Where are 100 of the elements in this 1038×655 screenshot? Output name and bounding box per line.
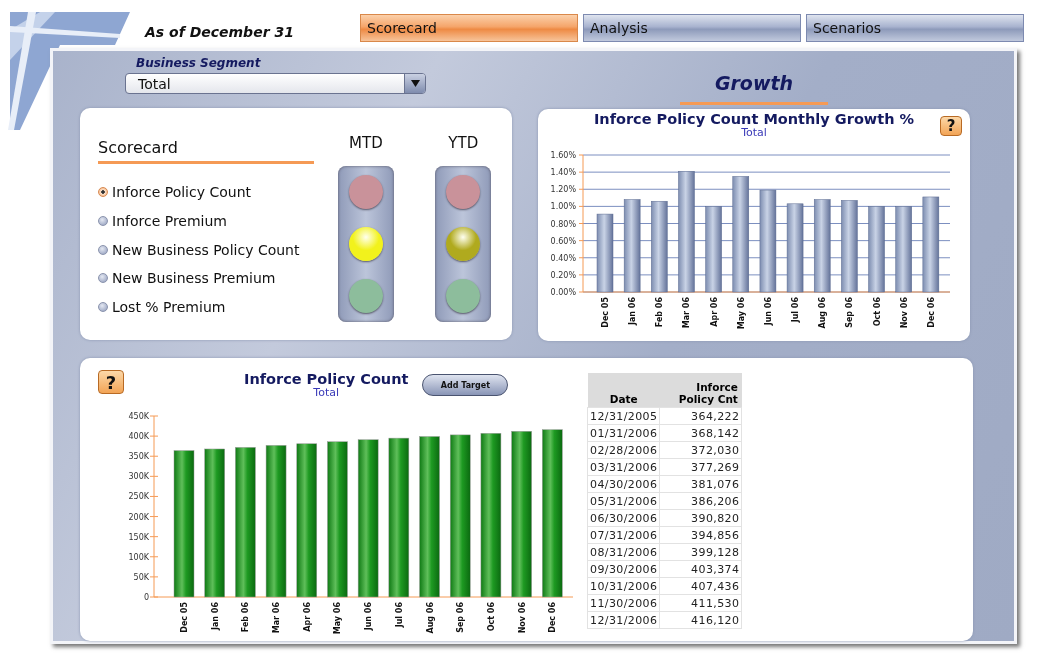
axis-label: Apr 06 (709, 297, 719, 327)
table-cell: 10/31/2006 (587, 577, 660, 595)
segment-dropdown[interactable]: Total (125, 73, 426, 94)
axis-label: Jan 06 (628, 297, 638, 325)
segment-label: Business Segment (136, 56, 262, 70)
axis-label: Aug 06 (425, 602, 435, 634)
axis-label: Apr 06 (302, 602, 312, 633)
axis-label: Mar 06 (682, 297, 692, 329)
radio-option[interactable]: Inforce Policy Count (98, 178, 318, 207)
table-cell: 12/31/2006 (587, 611, 660, 629)
section-title: Growth (680, 56, 828, 105)
axis-label: Dec 05 (601, 297, 610, 328)
axis-label: 0.80% (550, 219, 576, 229)
axis-label: Feb 06 (241, 602, 251, 633)
chart-subtitle: Total (313, 387, 340, 399)
axis-label: Dec 05 (180, 602, 189, 633)
radio-button[interactable] (98, 273, 108, 284)
table-cell: 368,142 (659, 424, 742, 442)
axis-label: Jan 06 (210, 602, 220, 631)
caret-icon (410, 80, 420, 87)
axis-label: 0.00% (550, 288, 576, 297)
table-cell: 372,030 (659, 441, 742, 459)
axis-label: Dec 06 (548, 602, 558, 633)
axis-label: Sep 06 (845, 297, 855, 328)
table-cell: 390,820 (659, 509, 742, 527)
axis-label: Nov 06 (517, 602, 527, 634)
radio-button[interactable] (98, 244, 108, 255)
axis-label: Oct 06 (486, 602, 496, 632)
axis-label: 100K (128, 553, 149, 563)
axis-label: 0.40% (550, 253, 576, 263)
axis-label: 0.20% (550, 270, 576, 280)
table-cell: 377,269 (659, 458, 742, 476)
table-cell: 386,206 (659, 492, 742, 510)
axis-label: Jun 06 (763, 297, 773, 326)
axis-label: 250K (128, 492, 149, 502)
chart-subtitle: Total (741, 127, 767, 139)
axis-label: 1.20% (550, 185, 576, 195)
table-cell: 01/31/2006 (587, 424, 660, 442)
scorecard-title: Scorecard (98, 126, 314, 164)
radio-option[interactable]: Inforce Premium (98, 206, 318, 236)
axis-label: Jun 06 (364, 602, 374, 631)
tab[interactable]: Scorecard (360, 14, 578, 42)
table-cell: 381,076 (659, 475, 742, 493)
axis-label: Aug 06 (818, 297, 828, 329)
help-button[interactable]: ? (98, 370, 124, 394)
axis-label: 0 (143, 593, 149, 603)
axis-label: 1.00% (550, 202, 576, 212)
axis-label: Jul 06 (394, 602, 404, 628)
table-cell: 12/31/2005 (587, 407, 660, 425)
table-cell: 403,374 (659, 560, 742, 578)
table-cell: 411,530 (659, 594, 742, 612)
radio-option[interactable]: New Business Policy Count (98, 235, 318, 265)
radio-button[interactable] (98, 302, 108, 313)
table-cell: 416,120 (659, 611, 742, 629)
table-cell: 364,222 (659, 407, 742, 425)
radio-button[interactable] (98, 216, 108, 227)
chart-title: Inforce Policy Count (244, 371, 409, 387)
axis-label: Sep 06 (456, 602, 466, 634)
axis-label: 1.60% (550, 151, 576, 160)
help-button[interactable]: ? (940, 116, 962, 136)
axis-label: May 06 (333, 602, 343, 635)
table-cell: 07/31/2006 (587, 526, 660, 544)
axis-label: Oct 06 (872, 297, 882, 327)
axis-label: May 06 (736, 297, 746, 330)
axis-label: 1.40% (550, 168, 576, 178)
table-cell: 02/28/2006 (587, 441, 660, 459)
axis-label: 350K (128, 452, 149, 462)
table-cell: 06/30/2006 (587, 509, 660, 527)
table-cell: 09/30/2006 (587, 560, 660, 578)
table-cell: 407,436 (659, 577, 742, 595)
table-cell: 399,128 (659, 543, 742, 561)
table-cell: 08/31/2006 (587, 543, 660, 561)
add-target-button[interactable]: Add Target (422, 374, 509, 396)
axis-label: 450K (128, 412, 149, 422)
axis-label: 0.60% (550, 236, 576, 246)
table-cell: 394,856 (659, 526, 742, 544)
radio-option[interactable]: Lost % Premium (98, 292, 318, 322)
column-header: Inforce Policy Cnt (659, 373, 742, 408)
axis-label: 300K (128, 472, 149, 482)
tab[interactable]: Analysis (583, 14, 801, 42)
axis-label: 200K (128, 512, 149, 522)
axis-label: Jul 06 (791, 297, 801, 323)
table-cell: 03/31/2006 (587, 458, 660, 476)
signal-label: YTD (448, 133, 479, 154)
axis-label: 400K (128, 432, 149, 442)
axis-label: Feb 06 (655, 297, 665, 328)
tab[interactable]: Scenarios (806, 14, 1024, 42)
axis-label: 150K (128, 532, 149, 542)
table-cell: 11/30/2006 (587, 594, 660, 612)
axis-label: Nov 06 (899, 297, 909, 329)
table-cell: 04/30/2006 (587, 475, 660, 493)
radio-option[interactable]: New Business Premium (98, 264, 318, 293)
column-header: Date (587, 373, 660, 408)
radio-button[interactable] (98, 187, 108, 198)
axis-label: Mar 06 (272, 602, 282, 634)
chart-title: Inforce Policy Count Monthly Growth % (593, 111, 915, 127)
table-cell: 05/31/2006 (587, 492, 660, 510)
axis-label: 50K (133, 573, 149, 583)
date-label: As of December 31 (145, 24, 295, 42)
axis-label: Dec 06 (926, 297, 936, 328)
